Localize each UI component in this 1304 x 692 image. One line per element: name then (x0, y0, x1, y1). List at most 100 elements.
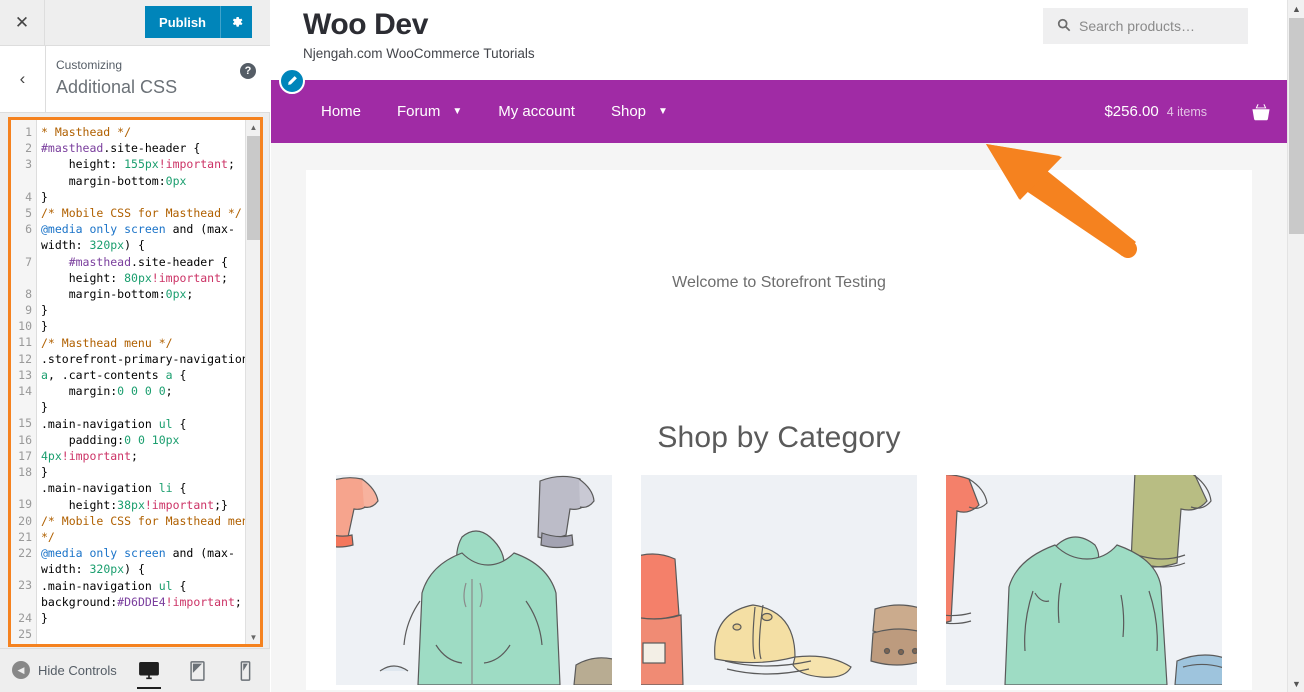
hoodies-illustration (336, 475, 612, 685)
customizing-eyebrow: Customizing (56, 58, 123, 72)
accessories-illustration (641, 475, 917, 685)
line-number: 14 (18, 384, 32, 398)
code-line-3: height: 155px!important; (41, 157, 235, 172)
device-tablet-button[interactable] (182, 651, 212, 691)
nav-item-shop[interactable]: Shop ▼ (593, 103, 686, 120)
line-number: 13 (18, 367, 32, 382)
code-line-2: #masthead.site-header { (41, 141, 201, 156)
publish-control-group: Publish (145, 6, 252, 38)
chevron-down-icon[interactable]: ▼ (658, 106, 668, 117)
cart-item-count: 4 items (1166, 104, 1207, 119)
line-number: 22 (18, 545, 32, 560)
back-button[interactable]: ‹ (0, 46, 46, 112)
search-input[interactable]: Search products… (1043, 8, 1248, 44)
site-title[interactable]: Woo Dev (303, 6, 535, 44)
code-line-12: } (41, 319, 48, 334)
css-code-area[interactable]: * Masthead */ #masthead.site-header { hei… (37, 120, 260, 644)
site-preview: Woo Dev Njengah.com WooCommerce Tutorial… (271, 0, 1287, 692)
tshirts-illustration (946, 475, 1222, 685)
page-title: Additional CSS (56, 77, 178, 97)
line-number: 12 (18, 351, 32, 366)
customizer-panel: ✕ Publish ‹ Customizing Additional CSS ? (0, 0, 270, 692)
code-line-17: .main-navigation ul { (41, 416, 187, 431)
site-branding[interactable]: Woo Dev Njengah.com WooCommerce Tutorial… (303, 6, 535, 64)
search-placeholder-text: Search products… (1079, 18, 1195, 34)
publish-button[interactable]: Publish (145, 6, 220, 38)
line-number: 10 (18, 319, 32, 334)
scroll-up-arrow-icon[interactable]: ▲ (246, 120, 260, 134)
scroll-up-arrow-icon[interactable]: ▲ (1288, 0, 1304, 17)
line-number: 5 (25, 205, 32, 220)
nav-item-forum[interactable]: Forum ▼ (379, 103, 480, 120)
editor-scrollbar[interactable]: ▲ ▼ (245, 120, 260, 644)
line-number-gutter: 123.456.7.891011121314.15161718.19202122… (11, 120, 37, 644)
hide-controls-button[interactable]: ◀ Hide Controls (12, 661, 117, 679)
category-tile-tshirts[interactable] (946, 475, 1222, 685)
category-tile-accessories[interactable] (641, 475, 917, 685)
gear-icon[interactable] (220, 6, 252, 38)
code-line-23: @media only screen and (max-width: 320px… (41, 546, 235, 577)
nav-item-label: Home (321, 103, 362, 120)
nav-item-home[interactable]: Home (303, 103, 379, 120)
code-line-19: } (41, 465, 48, 480)
code-line-9: height: 80px!important; (41, 270, 228, 285)
search-icon (1057, 18, 1071, 35)
page-scrollbar[interactable]: ▲ ▼ (1287, 0, 1304, 692)
welcome-text: Welcome to Storefront Testing (672, 274, 886, 291)
line-number: 4 (25, 189, 32, 204)
hide-controls-label: Hide Controls (38, 662, 117, 678)
line-number: 6 (25, 222, 32, 237)
customizer-section-header: ‹ Customizing Additional CSS ? (0, 46, 270, 113)
line-number: 15 (18, 416, 32, 431)
code-line-15: margin:0 0 0 0; (41, 384, 173, 399)
content-area: Welcome to Storefront Testing Shop by Ca… (271, 143, 1287, 692)
cart-amount: $256.00 (1104, 103, 1159, 120)
device-desktop-button[interactable] (134, 651, 164, 691)
code-line-5: } (41, 189, 48, 204)
category-row (306, 455, 1252, 685)
edit-pencil-icon[interactable] (279, 68, 305, 94)
code-line-24: .main-navigation ul { (41, 578, 187, 593)
code-line-8: #masthead.site-header { (41, 254, 228, 269)
code-line-11: } (41, 303, 48, 318)
line-number: 16 (18, 432, 32, 447)
code-line-4: margin-bottom:0px (41, 173, 187, 188)
category-tile-hoodies[interactable] (336, 475, 612, 685)
help-icon[interactable]: ? (240, 63, 256, 79)
scroll-down-arrow-icon[interactable]: ▼ (1288, 675, 1304, 692)
line-number: 2 (25, 141, 32, 156)
editor-scrollbar-thumb[interactable] (247, 136, 260, 240)
collapse-arrow-icon: ◀ (12, 661, 30, 679)
code-line-6: /* Mobile CSS for Masthead */ (41, 206, 242, 221)
code-line-14: .storefront-primary-navigation a, .cart-… (41, 351, 256, 383)
cart-contents[interactable]: $256.00 4 items (1104, 80, 1271, 143)
line-number: 11 (18, 335, 32, 350)
chevron-down-icon[interactable]: ▼ (452, 106, 462, 117)
line-number: 17 (18, 448, 32, 463)
line-number: 20 (18, 513, 32, 528)
shopping-basket-icon[interactable] (1251, 103, 1271, 121)
close-customizer-button[interactable]: ✕ (0, 0, 45, 45)
customizer-titles: Customizing Additional CSS (56, 56, 177, 100)
shop-by-category-heading: Shop by Category (657, 421, 901, 454)
line-number: 18 (18, 464, 32, 479)
code-line-18: padding:0 0 10px 4px!important; (41, 432, 187, 464)
code-line-13: /* Masthead menu */ (41, 335, 173, 350)
content-card: Welcome to Storefront Testing Shop by Ca… (306, 170, 1252, 690)
code-line-21: height:38px!important;} (41, 497, 228, 512)
nav-item-my-account[interactable]: My account (480, 103, 593, 120)
page-scrollbar-thumb[interactable] (1289, 18, 1304, 234)
device-mobile-button[interactable] (230, 651, 260, 691)
primary-navigation-bar: Home Forum ▼ My account Shop ▼ $256.00 4 item… (271, 68, 1287, 143)
line-number: 21 (18, 529, 32, 544)
site-header: Woo Dev Njengah.com WooCommerce Tutorial… (271, 0, 1287, 80)
code-line-10: margin-bottom:0px; (41, 287, 194, 302)
line-number: 24 (18, 610, 32, 625)
line-number: 1 (25, 125, 32, 139)
nav-menu: Home Forum ▼ My account Shop ▼ (303, 80, 686, 143)
nav-item-label: Shop (610, 103, 647, 120)
nav-item-label: My account (498, 103, 575, 120)
additional-css-editor[interactable]: 123.456.7.891011121314.15161718.19202122… (8, 117, 263, 647)
code-line-22: /* Mobile CSS for Masthead menu */ (41, 513, 256, 545)
scroll-down-arrow-icon[interactable]: ▼ (246, 630, 260, 644)
